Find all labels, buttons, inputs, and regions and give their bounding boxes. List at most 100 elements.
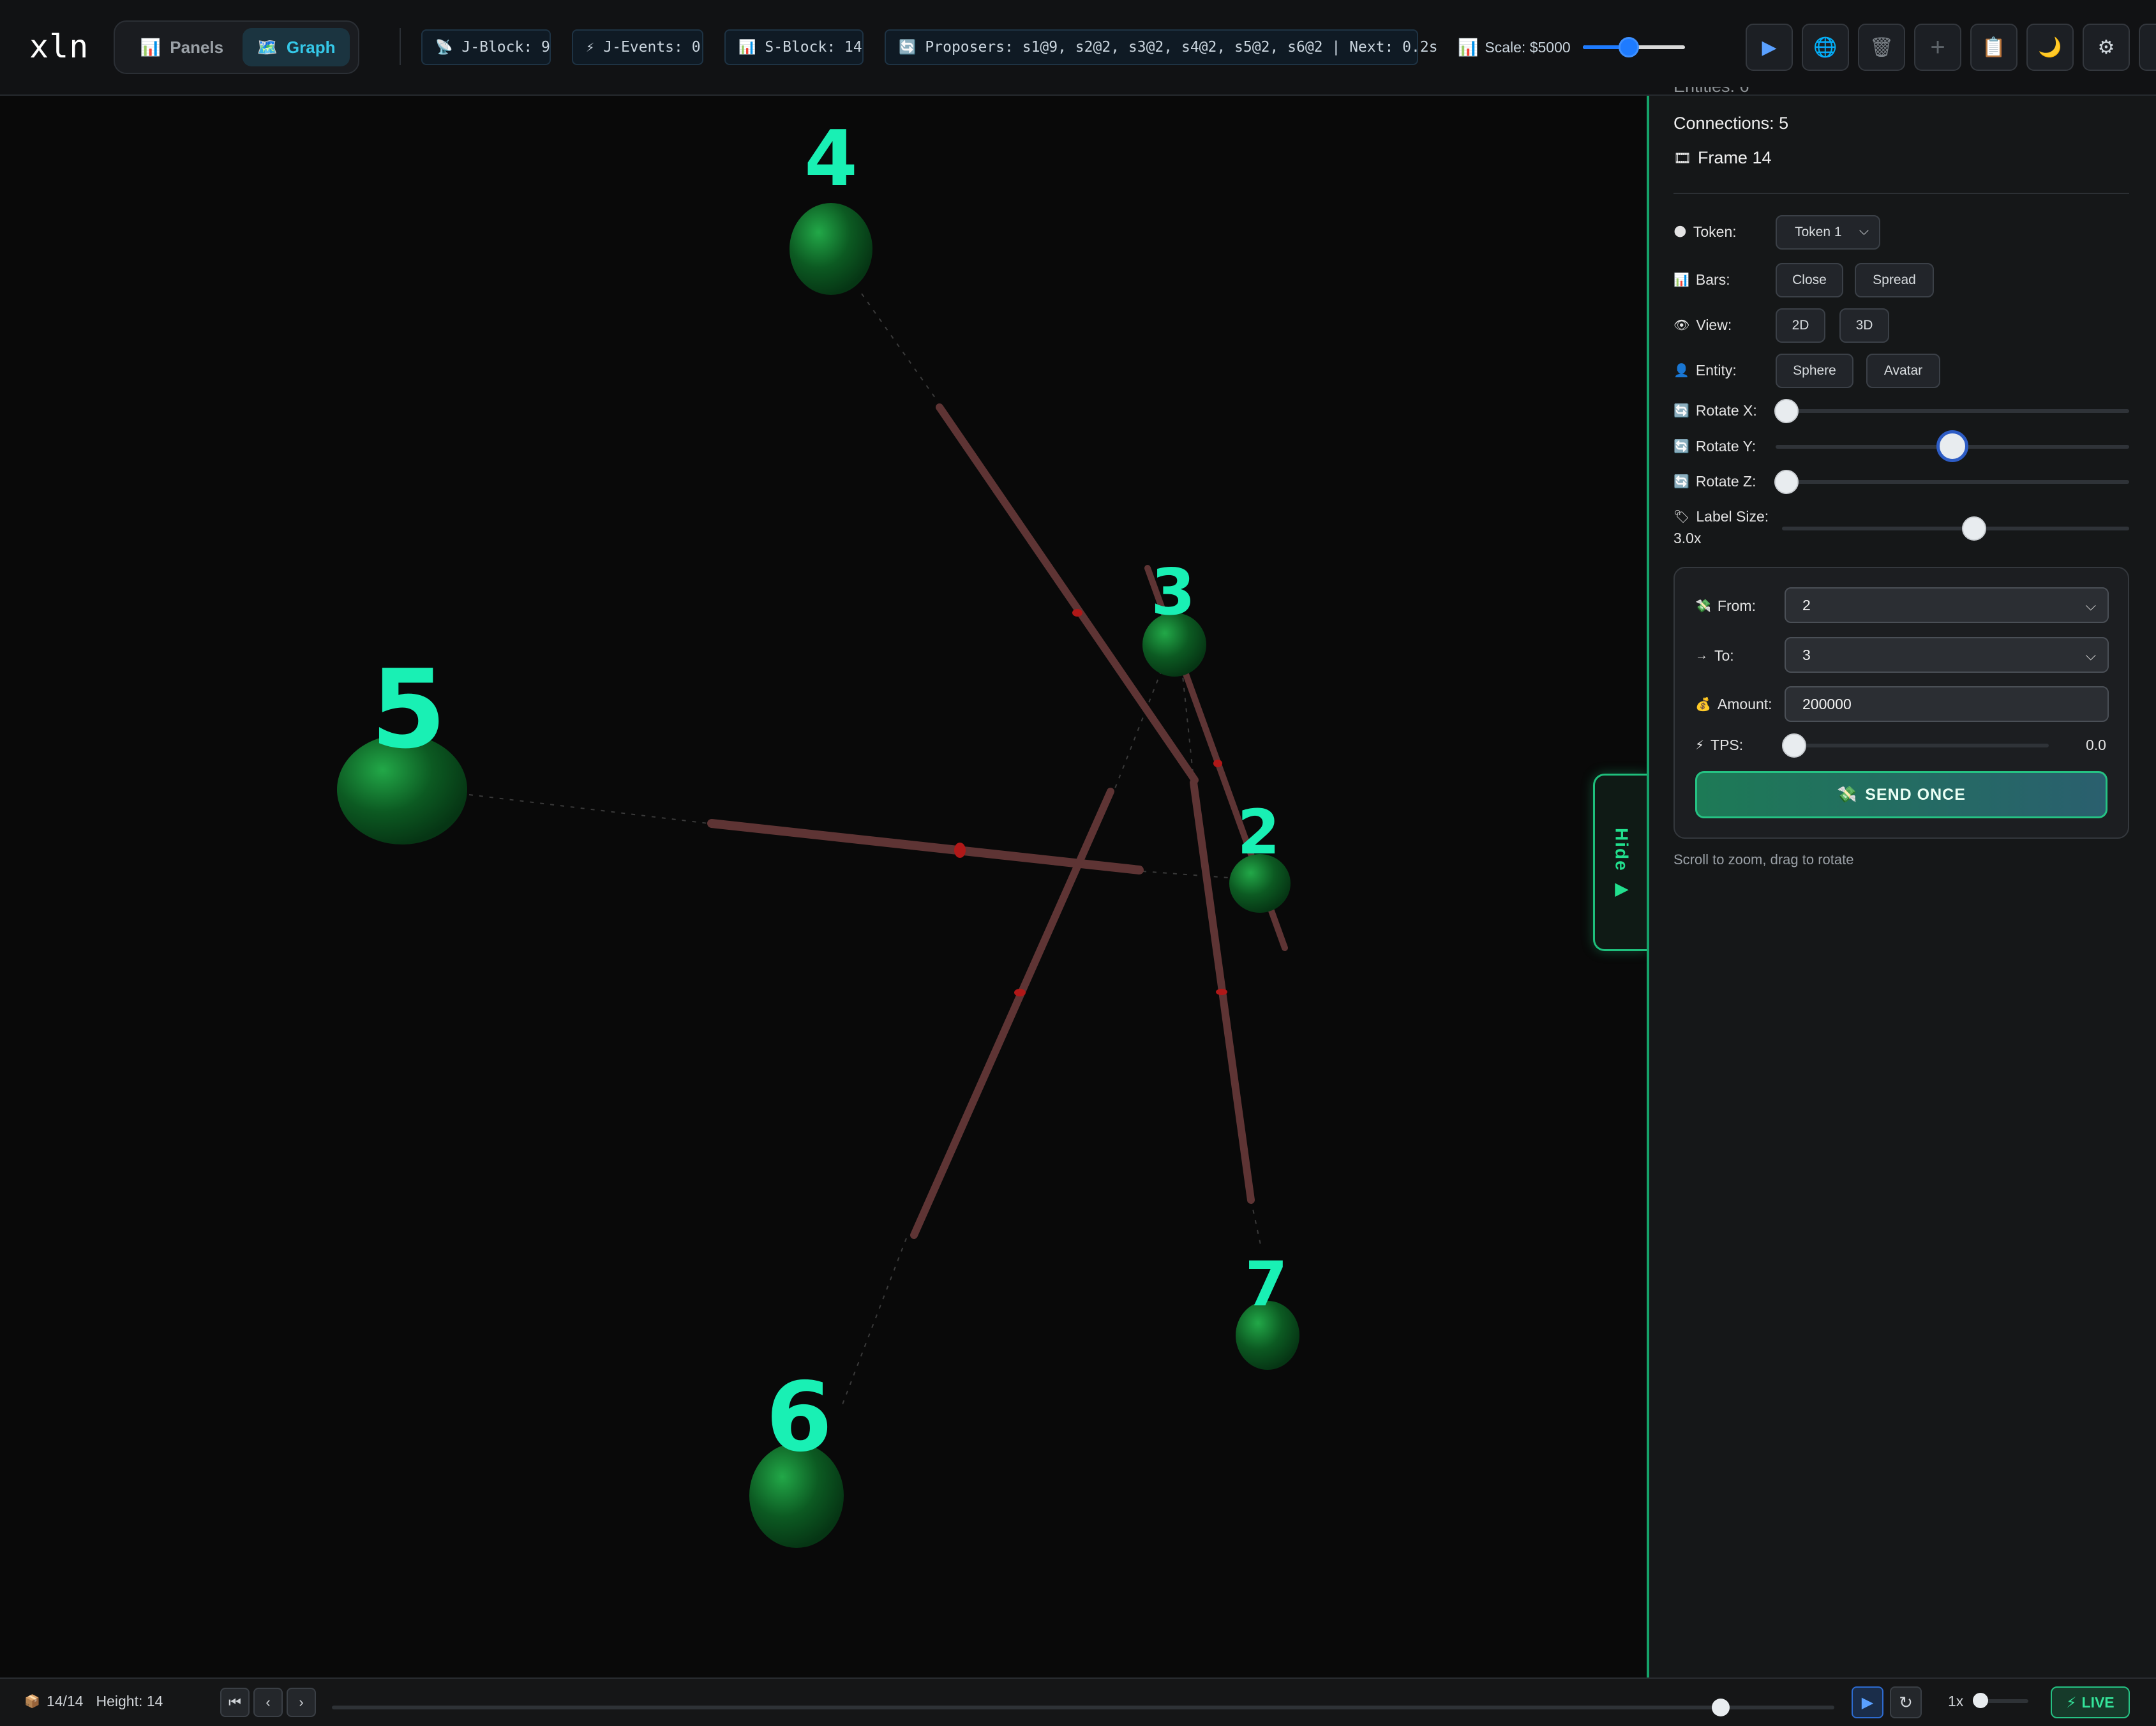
node-label-6: 6 (766, 1362, 832, 1473)
speed-slider-thumb[interactable] (1973, 1693, 1988, 1708)
tps-text: TPS: (1711, 737, 1744, 753)
chart-icon: 📊 (738, 39, 756, 56)
moon-icon: 🌙 (2038, 36, 2062, 58)
settings-button[interactable]: ⚙ (2083, 24, 2130, 71)
node-7[interactable]: 7 (1236, 1249, 1299, 1370)
rotate-x-track[interactable] (1776, 409, 2129, 413)
play-button[interactable]: ▶ (1852, 1686, 1883, 1718)
timeline-slider-track[interactable] (332, 1706, 1834, 1709)
timeline-slider-thumb[interactable] (1712, 1699, 1730, 1716)
top-bar: xln 📊 Panels 🗺️ Graph 📡 J-Block: 9 ⚡ J-E… (0, 0, 2156, 96)
graph-tab-label: Graph (286, 37, 336, 57)
network-graph[interactable]: 4 5 3 2 7 6 (0, 96, 1647, 1677)
rotate-z-text: Rotate Z: (1695, 473, 1756, 490)
panels-tab[interactable]: 📊 Panels (128, 28, 236, 66)
trash-button[interactable]: 🗑 (1858, 24, 1905, 71)
connections-count: Connections: 5 (1673, 114, 1789, 133)
token-icon: 🌑 (1673, 225, 1687, 239)
graph-canvas[interactable]: 4 5 3 2 7 6 (0, 96, 1647, 1677)
play-scenario-icon: ▶ (1762, 36, 1777, 58)
node-label-3: 3 (1151, 555, 1195, 629)
amount-input-value: 200000 (1802, 695, 1852, 712)
token-select-value: Token 1 (1795, 225, 1842, 239)
money-icon: 💸 (1695, 599, 1711, 613)
from-label: 💸 From: (1695, 597, 1756, 615)
entity-sphere-button[interactable]: Sphere (1776, 354, 1853, 388)
entity-row-label: 👤 Entity: (1673, 362, 1737, 379)
refresh-icon: 🔄 (899, 39, 917, 56)
label-size-track[interactable] (1782, 527, 2129, 530)
hide-panel-label: Hide ▶ (1612, 828, 1632, 901)
node-4[interactable]: 4 (790, 115, 872, 295)
tps-thumb[interactable] (1782, 733, 1806, 758)
amount-input[interactable]: 200000 (1785, 686, 2109, 722)
view-2d-button[interactable]: 2D (1776, 308, 1825, 343)
bars-spread-button[interactable]: Spread (1855, 263, 1934, 297)
view-3d-button[interactable]: 3D (1839, 308, 1889, 343)
divider (400, 28, 401, 65)
to-select-value: 3 (1802, 646, 1811, 663)
globe-icon: 🌐 (1813, 36, 1838, 58)
plus-icon: + (1930, 33, 1945, 61)
add-button[interactable]: + (1914, 24, 1961, 71)
from-select[interactable]: 2 ⌵ (1785, 587, 2109, 623)
node-2[interactable]: 2 (1229, 797, 1291, 913)
from-text: From: (1717, 597, 1756, 614)
chevron-down-icon: ⌵ (2085, 597, 2096, 613)
navigation-hint: Scroll to zoom, drag to rotate (1673, 852, 1854, 867)
clipboard-button[interactable]: 📋 (1970, 24, 2018, 71)
node-3[interactable]: 3 (1142, 555, 1206, 677)
node-label-7: 7 (1245, 1249, 1288, 1320)
height-text: Height: 14 (96, 1693, 163, 1709)
step-back-button[interactable]: ‹ (253, 1688, 283, 1717)
bars-label: Bars: (1695, 271, 1730, 288)
label-size-value: 3.0x (1673, 530, 1702, 546)
frame-counter-text: 14/14 (46, 1693, 84, 1709)
token-select[interactable]: Token 1 ⌵ (1776, 215, 1880, 250)
node-5[interactable]: 5 (337, 647, 467, 844)
trash-icon: 🗑 (1869, 36, 1894, 58)
loop-icon: ↻ (1899, 1692, 1913, 1712)
money-bag-icon: 💰 (1695, 698, 1711, 712)
rotate-x-thumb[interactable] (1774, 399, 1799, 423)
chevron-down-icon: ⌵ (1859, 224, 1869, 238)
tps-track[interactable] (1795, 744, 2049, 747)
view-label: View: (1696, 317, 1732, 333)
overflow-button[interactable] (2139, 24, 2156, 71)
send-once-button[interactable]: 💸 SEND ONCE (1695, 771, 2107, 818)
step-forward-button[interactable]: › (287, 1688, 316, 1717)
rotate-z-thumb[interactable] (1774, 470, 1799, 494)
node-6[interactable]: 6 (749, 1362, 844, 1548)
theme-button[interactable]: 🌙 (2026, 24, 2074, 71)
s-block-text: S-Block: 14 (765, 39, 862, 56)
play-scenario-button[interactable]: ▶ (1746, 24, 1793, 71)
entity-avatar-button[interactable]: Avatar (1866, 354, 1940, 388)
node-label-4: 4 (804, 115, 858, 204)
jump-start-button[interactable]: ⏮ (220, 1688, 250, 1717)
rotate-y-label: 🔄 Rotate Y: (1673, 438, 1756, 455)
map-icon: 🗺️ (257, 37, 278, 57)
chevron-down-icon: ⌵ (2085, 647, 2096, 663)
j-events-status: ⚡ J-Events: 0 (572, 29, 703, 65)
bars-close-button[interactable]: Close (1776, 263, 1843, 297)
globe-button[interactable]: 🌐 (1802, 24, 1849, 71)
box-icon: 📦 (24, 1695, 40, 1709)
frame-info: 🎞 Frame 14 (1673, 148, 1771, 168)
label-size-thumb[interactable] (1962, 516, 1986, 541)
graph-tab[interactable]: 🗺️ Graph (243, 28, 350, 66)
entity-label: Entity: (1695, 362, 1737, 379)
chevron-right-icon: › (299, 1694, 304, 1710)
chart-icon: 📊 (1458, 37, 1479, 57)
rotate-y-text: Rotate Y: (1695, 438, 1756, 454)
label-size-text: Label Size: (1696, 508, 1769, 525)
to-select[interactable]: 3 ⌵ (1785, 637, 2109, 673)
rotate-y-thumb[interactable] (1936, 430, 1968, 462)
scale-slider-thumb[interactable] (1619, 37, 1639, 57)
live-button[interactable]: ⚡ LIVE (2051, 1686, 2130, 1718)
s-block-status: 📊 S-Block: 14 (724, 29, 864, 65)
rotate-z-track[interactable] (1776, 480, 2129, 484)
from-select-value: 2 (1802, 596, 1811, 613)
hide-panel-button[interactable]: Hide ▶ (1593, 774, 1647, 951)
loop-button[interactable]: ↻ (1890, 1686, 1922, 1718)
scale-control: 📊 Scale: $5000 (1458, 34, 1571, 60)
